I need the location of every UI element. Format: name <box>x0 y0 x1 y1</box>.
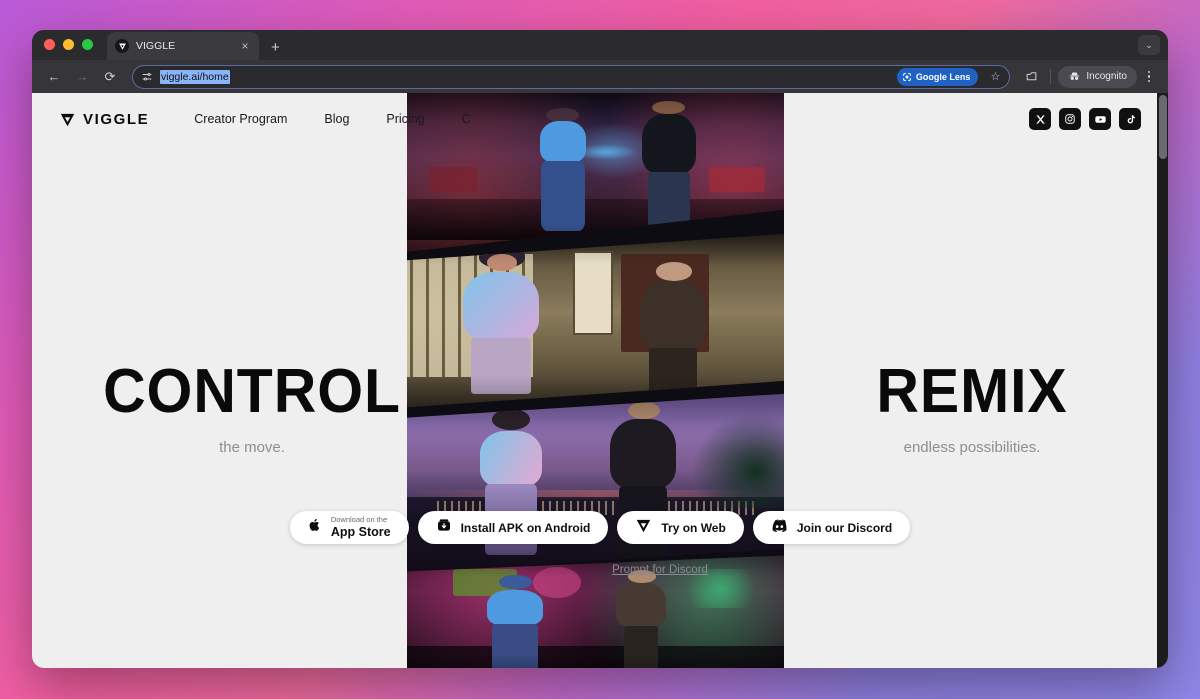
cta-button-row: Download on the App Store Install APK on… <box>32 511 1168 544</box>
scene-japanese-room <box>407 233 784 408</box>
prompt-for-discord-link[interactable]: Prompt for Discord <box>612 564 708 576</box>
install-apk-button[interactable]: Install APK on Android <box>417 511 609 544</box>
incognito-indicator[interactable]: Incognito <box>1058 65 1137 88</box>
google-lens-label: Google Lens <box>915 71 971 82</box>
tab-strip: VIGGLE × + ⌄ <box>32 30 1168 60</box>
google-lens-button[interactable]: Google Lens <box>896 67 979 86</box>
app-store-line1: Download on the <box>330 515 388 525</box>
install-apk-label: Install APK on Android <box>460 520 591 535</box>
scene-rooftop-sunset <box>407 393 784 573</box>
hero-left-sub: the move. <box>219 439 285 456</box>
try-on-web-label: Try on Web <box>661 520 726 535</box>
nav-links: Creator Program Blog Pricing C <box>194 112 470 126</box>
nav-link-creator-program[interactable]: Creator Program <box>194 112 287 126</box>
join-discord-button[interactable]: Join our Discord <box>752 511 911 544</box>
site-settings-icon[interactable] <box>141 71 153 83</box>
hero-right-sub: endless possibilities. <box>903 439 1041 456</box>
viggle-v-icon <box>60 113 75 126</box>
apple-icon <box>308 517 322 538</box>
new-tab-button[interactable]: + <box>271 40 280 55</box>
browser-toolbar: ← → ⟳ viggle.ai/home Google Lens ☆ Incog… <box>32 60 1168 93</box>
window-traffic-lights <box>44 30 93 60</box>
chevron-down-icon[interactable]: ⌄ <box>1138 35 1160 55</box>
hero-right-word: REMIX <box>876 357 1068 426</box>
scrollbar-thumb[interactable] <box>1158 95 1167 159</box>
browser-menu-button[interactable] <box>1139 65 1159 89</box>
address-bar[interactable]: viggle.ai/home Google Lens ☆ <box>132 64 1011 89</box>
reload-button[interactable]: ⟳ <box>97 64 123 90</box>
viggle-v-icon <box>635 517 652 539</box>
viggle-logo-icon <box>115 39 129 53</box>
video-panel-rooftop-sunset[interactable] <box>407 393 784 573</box>
prompt-for-discord-link-wrap: Prompt for Discord <box>32 560 1168 578</box>
browser-window: VIGGLE × + ⌄ ← → ⟳ viggle.ai/home Google… <box>32 30 1168 668</box>
brand-logo[interactable]: VIGGLE <box>59 111 149 128</box>
app-store-label-group: Download on the App Store <box>330 515 391 539</box>
back-button[interactable]: ← <box>41 64 67 90</box>
nav-link-truncated[interactable]: C <box>462 112 471 126</box>
instagram-icon[interactable] <box>1059 108 1081 130</box>
hero-right: REMIX endless possibilities. <box>792 357 1152 457</box>
incognito-label: Incognito <box>1086 71 1127 82</box>
close-window-button[interactable] <box>44 38 55 50</box>
url-text[interactable]: viggle.ai/home <box>160 69 230 84</box>
browser-tab[interactable]: VIGGLE × <box>107 32 259 60</box>
hero-left-word: CONTROL <box>103 357 401 426</box>
google-lens-icon <box>903 72 911 81</box>
close-tab-icon[interactable]: × <box>239 40 251 52</box>
tab-title: VIGGLE <box>136 40 176 52</box>
tiktok-icon[interactable] <box>1119 108 1141 130</box>
brand-name: VIGGLE <box>83 110 150 128</box>
x-icon[interactable] <box>1029 108 1051 130</box>
try-on-web-button[interactable]: Try on Web <box>617 511 744 544</box>
app-store-line2: App Store <box>330 524 391 539</box>
youtube-icon[interactable] <box>1089 108 1111 130</box>
video-panel-japanese-room[interactable] <box>407 233 784 408</box>
hero-video-column <box>407 93 784 668</box>
bookmark-star-icon[interactable]: ☆ <box>985 67 1005 87</box>
hero-left: CONTROL the move. <box>72 357 432 457</box>
minimize-window-button[interactable] <box>63 38 74 50</box>
nav-link-pricing[interactable]: Pricing <box>386 112 424 126</box>
join-discord-label: Join our Discord <box>796 520 893 535</box>
app-store-button[interactable]: Download on the App Store <box>289 511 409 544</box>
tab-search-icon[interactable] <box>1019 65 1043 89</box>
discord-icon <box>771 519 788 537</box>
toolbar-divider <box>1050 69 1052 84</box>
maximize-window-button[interactable] <box>82 38 93 50</box>
site-navbar: VIGGLE Creator Program Blog Pricing C <box>32 93 1168 145</box>
social-links <box>1029 108 1141 130</box>
forward-button[interactable]: → <box>69 64 95 90</box>
incognito-hat-icon <box>1070 72 1080 80</box>
page-viewport: VIGGLE Creator Program Blog Pricing C CO… <box>32 93 1168 668</box>
nav-link-blog[interactable]: Blog <box>324 112 349 126</box>
android-apk-icon <box>436 517 452 538</box>
page-scrollbar[interactable] <box>1157 93 1168 668</box>
